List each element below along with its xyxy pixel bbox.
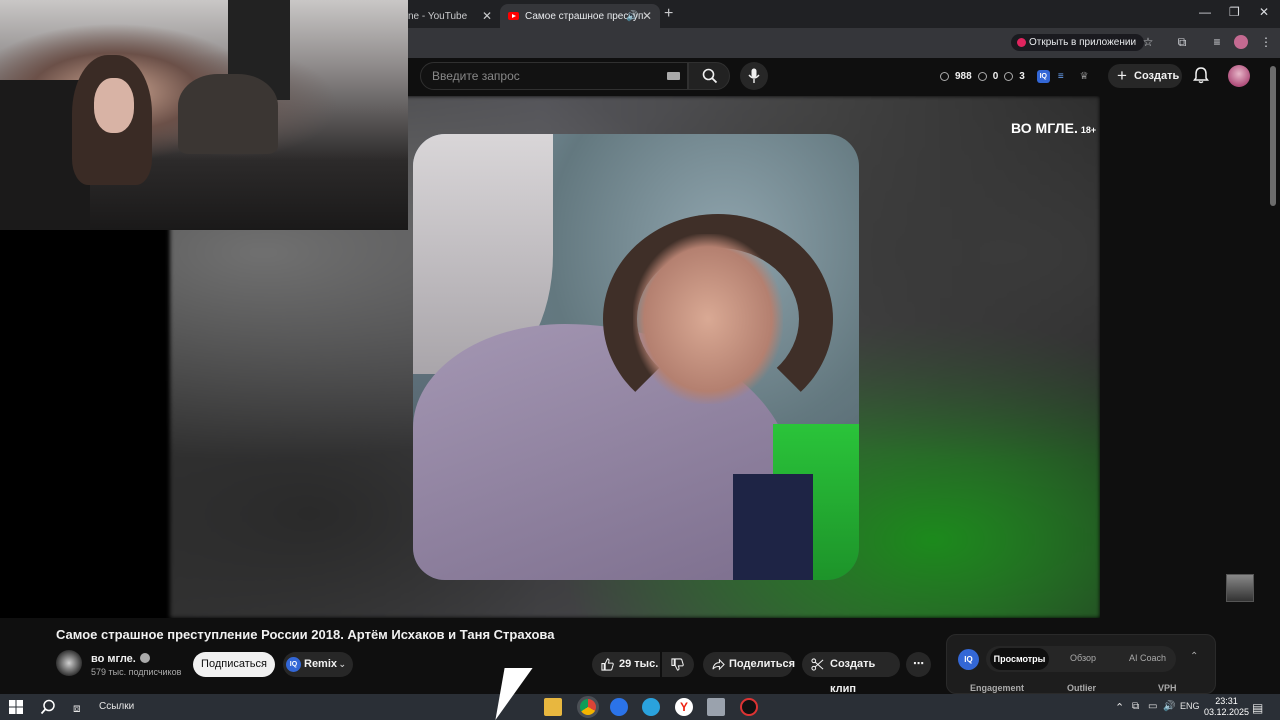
like-count: 29 тыс. <box>619 658 659 670</box>
remix-button[interactable]: IQ Remix ⌄ <box>283 652 353 677</box>
column-outlier: Outlier <box>1067 683 1097 693</box>
tab-views[interactable]: Просмотры <box>990 648 1049 670</box>
age-rating: 18+ <box>1080 125 1097 135</box>
notifications-icon[interactable]: ▤ <box>1252 701 1263 715</box>
language-indicator[interactable]: ENG <box>1180 701 1200 711</box>
search-button[interactable] <box>688 62 730 90</box>
scissors-icon <box>811 658 824 671</box>
youtube-icon <box>508 12 519 20</box>
chrome-icon[interactable] <box>577 696 599 718</box>
close-window-button[interactable]: ✕ <box>1259 5 1269 19</box>
minimize-button[interactable]: — <box>1199 5 1211 19</box>
file-explorer-icon[interactable] <box>544 698 562 716</box>
new-tab-button[interactable]: + <box>664 5 673 23</box>
speaker-icon[interactable]: 🔊 <box>626 11 638 22</box>
share-icon <box>712 658 725 671</box>
webcam-shape <box>94 78 134 133</box>
webcam-overlay <box>0 0 408 230</box>
channel-avatar[interactable] <box>56 650 82 676</box>
obs-icon[interactable] <box>740 698 758 716</box>
stat-third: 3 <box>1019 70 1025 82</box>
channel-branding-logo[interactable] <box>1226 574 1254 602</box>
extensions-icon[interactable]: ⧉ <box>1175 35 1189 49</box>
verified-icon <box>139 653 150 663</box>
telegram-icon[interactable] <box>642 698 660 716</box>
create-button[interactable]: Создать <box>1108 64 1182 88</box>
stat-second: 0 <box>992 70 999 82</box>
channel-name[interactable]: во мгле. <box>91 653 150 665</box>
close-icon[interactable]: ✕ <box>482 9 492 23</box>
share-button[interactable]: Поделиться <box>703 652 796 677</box>
search-icon <box>702 68 718 84</box>
share-label: Поделиться <box>729 658 796 670</box>
remix-label: Remix <box>304 658 338 670</box>
profile-avatar[interactable] <box>1234 35 1248 49</box>
photo-shape <box>733 474 813 580</box>
column-vph: VPH <box>1158 683 1177 693</box>
iq-icon: IQ <box>286 657 301 672</box>
more-actions-button[interactable]: ⋯ <box>906 652 931 677</box>
channel-name-text[interactable]: во мгле. <box>91 653 136 665</box>
tab-search-icon[interactable]: ≡ <box>1210 35 1224 49</box>
create-clip-button[interactable]: Создать клип <box>802 652 900 695</box>
chevron-down-icon: ⌄ <box>338 659 346 669</box>
dislike-button[interactable] <box>662 652 694 677</box>
eye-icon <box>977 71 987 81</box>
video-frame-photo <box>413 134 859 580</box>
tab-label: ne - YouTube <box>408 10 468 22</box>
thumbs-up-icon <box>601 658 614 671</box>
tab-ai-coach[interactable]: AI Coach <box>1129 653 1166 663</box>
column-engagement: Engagement <box>970 683 1025 693</box>
network-icon[interactable]: ⧉ <box>1132 701 1139 712</box>
open-in-app-button[interactable]: Открыть в приложении <box>1011 34 1145 51</box>
webcam-shape <box>178 74 278 154</box>
microphone-icon <box>748 68 760 83</box>
video-title: Самое страшное преступление России 2018.… <box>56 627 555 642</box>
stat-views: 988 <box>955 70 972 82</box>
links-toolbar[interactable]: Ссылки <box>99 701 134 712</box>
clip-label: Создать клип <box>830 658 876 695</box>
like-button[interactable]: 29 тыс. <box>592 652 660 677</box>
extension-stats: 988 0 3 IQ ≡ ♕ <box>940 68 1089 84</box>
subscriber-count: 579 тыс. подписчиков <box>91 667 182 677</box>
clock-time: 23:31 <box>1215 696 1238 706</box>
clock-date: 03.12.2025 <box>1204 707 1250 717</box>
close-icon[interactable]: ✕ <box>642 9 652 23</box>
chevron-up-icon[interactable]: ⌃ <box>1115 701 1124 714</box>
search-icon[interactable] <box>40 699 56 715</box>
volume-icon[interactable]: 🔊 <box>1163 701 1175 712</box>
trophy-icon[interactable]: ♕ <box>1080 71 1089 82</box>
views-icon <box>940 71 949 81</box>
bookmark-star-icon[interactable]: ☆ <box>1141 35 1155 49</box>
photo-shape <box>633 234 783 404</box>
eye-icon <box>1004 71 1014 81</box>
app-icon[interactable] <box>707 698 725 716</box>
thumbs-down-icon <box>671 658 684 671</box>
watermark-text: ВО МГЛЕ. <box>1011 120 1078 136</box>
list-icon[interactable]: ≡ <box>1058 71 1064 82</box>
subscribe-button[interactable]: Подписаться <box>193 652 275 677</box>
restore-button[interactable]: ❐ <box>1229 5 1240 19</box>
battery-icon[interactable]: ▭ <box>1148 701 1157 712</box>
channel-watermark: ВО МГЛЕ. 18+ <box>1011 120 1096 136</box>
yandex-browser-icon[interactable]: Y <box>675 698 693 716</box>
voice-search-button[interactable] <box>740 62 768 90</box>
page-scrollbar[interactable] <box>1270 66 1276 206</box>
chevron-up-icon[interactable]: ⌃ <box>1190 651 1198 662</box>
account-avatar[interactable] <box>1228 65 1250 87</box>
system-clock[interactable]: 23:31 03.12.2025 <box>1204 696 1249 718</box>
search-input[interactable]: Введите запрос <box>420 62 688 90</box>
iq-badge[interactable]: IQ <box>958 649 979 670</box>
tab-current-video[interactable]: Самое страшное преступ 🔊 ✕ <box>500 4 660 28</box>
bell-icon[interactable] <box>1192 66 1210 84</box>
windows-start-icon[interactable] <box>9 700 23 714</box>
keyboard-icon[interactable] <box>667 72 680 80</box>
iq-icon[interactable]: IQ <box>1036 69 1050 83</box>
windows-taskbar <box>0 694 1280 720</box>
vpn-icon[interactable] <box>610 698 628 716</box>
task-view-icon[interactable]: ⧈ <box>73 701 81 716</box>
tab-overview[interactable]: Обзор <box>1070 653 1096 663</box>
menu-icon[interactable]: ⋮ <box>1259 35 1273 49</box>
tab-youtube[interactable]: ne - YouTube ✕ <box>400 4 500 28</box>
